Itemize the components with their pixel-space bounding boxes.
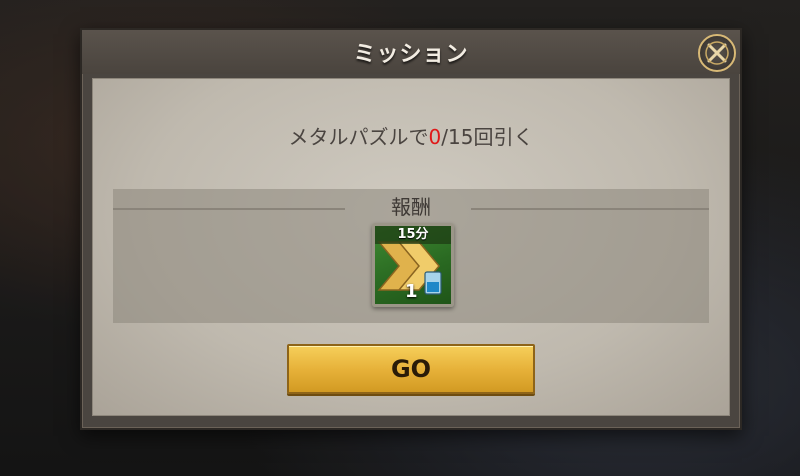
reward-section: 報酬 15分 1 <box>113 189 709 323</box>
mission-suffix: 15回引く <box>448 125 534 149</box>
mission-dialog: ミッション メタルパズルで0/15回引く 報酬 15分 1 GO <box>80 28 742 430</box>
mission-prefix: メタルパズルで <box>288 125 429 149</box>
reward-header: 報酬 <box>113 193 709 219</box>
item-duration-label: 15分 <box>375 226 451 244</box>
reward-divider-left <box>113 208 345 210</box>
dialog-title: ミッション <box>353 42 469 67</box>
mission-description: メタルパズルで0/15回引く <box>93 121 729 150</box>
go-button-label: GO <box>390 355 432 383</box>
dialog-body: メタルパズルで0/15回引く 報酬 15分 1 GO <box>92 78 730 416</box>
mission-progress-separator: / <box>441 125 449 149</box>
close-button[interactable] <box>698 34 736 72</box>
go-button[interactable]: GO <box>287 344 535 394</box>
dialog-title-bar: ミッション <box>82 30 740 74</box>
item-quantity: 1 <box>405 281 418 302</box>
reward-divider-right <box>471 208 709 210</box>
reward-title: 報酬 <box>391 194 431 219</box>
mission-progress-current: 0 <box>428 125 442 149</box>
reward-item-speedup[interactable]: 15分 1 <box>372 223 454 307</box>
close-x-icon <box>705 41 729 65</box>
